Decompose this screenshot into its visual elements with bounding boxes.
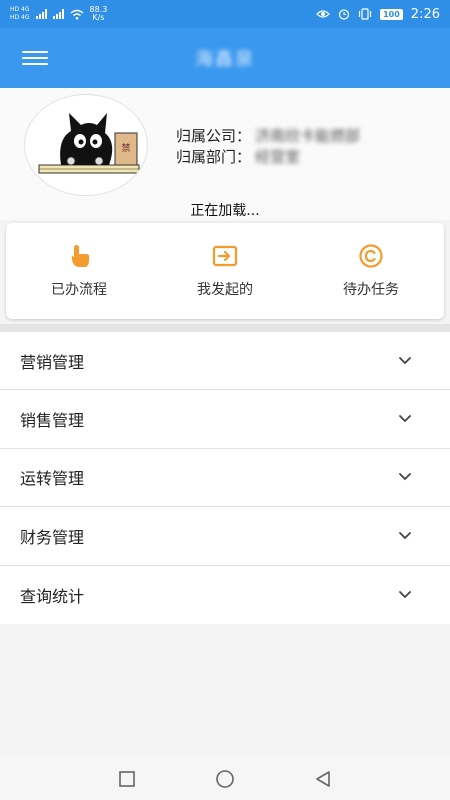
status-time: 2:26 (410, 6, 440, 22)
app-title: 海鑫泉 (195, 49, 255, 70)
menu-item-sales[interactable]: 销售管理 (0, 390, 450, 449)
quick-action-todo[interactable]: 待办任务 (306, 243, 436, 299)
wifi-icon (70, 9, 83, 19)
quick-action-label: 我发起的 (197, 282, 253, 298)
alarm-icon (338, 9, 350, 20)
send-box-icon (212, 245, 238, 267)
department-label: 归属部门： (176, 148, 252, 166)
home-icon[interactable] (215, 769, 235, 789)
signal-icon-2 (52, 9, 64, 19)
avatar[interactable]: 禁 (24, 94, 148, 196)
system-nav-bar (0, 758, 450, 800)
status-bar: HD 4G HD 4G 88.3 K/s 100 2:26 (0, 0, 450, 28)
chevron-down-icon (399, 590, 411, 599)
vibrate-icon (358, 8, 372, 20)
recent-apps-icon[interactable] (117, 769, 137, 789)
status-left: HD 4G HD 4G 88.3 K/s (10, 6, 107, 22)
hd-badge-2: HD 4G (10, 14, 30, 21)
module-menu-list: 营销管理 销售管理 运转管理 财务管理 查询统计 (0, 332, 450, 624)
loading-text: 正在加载... (190, 203, 260, 219)
company-row: 归属公司： 济南欣卡能燃部 (176, 126, 360, 147)
battery-icon: 100 (380, 8, 403, 20)
menu-item-label: 财务管理 (20, 527, 85, 547)
eye-icon (316, 10, 330, 18)
menu-item-query-stats[interactable]: 查询统计 (0, 566, 450, 624)
quick-actions-card: 已办流程 我发起的 待办任务 (6, 223, 444, 319)
status-right: 100 2:26 (316, 7, 440, 22)
hamburger-icon[interactable] (22, 48, 48, 68)
quick-action-label: 已办流程 (51, 282, 107, 298)
net-speed: 88.3 K/s (90, 6, 108, 22)
network-badges: HD 4G HD 4G (10, 7, 30, 21)
menu-item-label: 运转管理 (20, 469, 85, 489)
chevron-down-icon (399, 356, 411, 364)
company-value: 济南欣卡能燃部 (255, 127, 361, 145)
menu-item-label: 查询统计 (20, 586, 85, 606)
cat-avatar-illustration: 禁 (38, 113, 140, 174)
quick-action-initiated[interactable]: 我发起的 (160, 243, 290, 299)
menu-item-label: 营销管理 (20, 352, 85, 372)
company-label: 归属公司： (176, 127, 252, 145)
hd-badge-1: HD 4G (10, 6, 30, 13)
copyright-circle-icon (359, 244, 383, 268)
chevron-down-icon (399, 473, 411, 481)
org-info: 归属公司： 济南欣卡能燃部 归属部门： 经营室 (176, 126, 360, 168)
hand-pointer-icon (71, 245, 89, 267)
svg-text:禁: 禁 (121, 143, 130, 154)
menu-item-operations[interactable]: 运转管理 (0, 449, 450, 508)
chevron-down-icon (399, 531, 411, 540)
quick-action-done-process[interactable]: 已办流程 (14, 243, 144, 299)
quick-action-label: 待办任务 (343, 282, 399, 298)
profile-section: 禁 归属公司： 济南欣卡能燃部 归属部门： 经营室 正在加载... (0, 88, 450, 220)
chevron-down-icon (399, 415, 411, 423)
net-speed-unit: K/s (92, 13, 105, 22)
app-bar: 海鑫泉 (0, 28, 450, 88)
back-icon[interactable] (313, 769, 333, 789)
department-value: 经营室 (255, 148, 301, 166)
menu-item-finance[interactable]: 财务管理 (0, 507, 450, 566)
department-row: 归属部门： 经营室 (176, 147, 360, 168)
menu-item-marketing[interactable]: 营销管理 (0, 332, 450, 391)
menu-item-label: 销售管理 (20, 411, 85, 431)
section-divider (0, 324, 450, 332)
signal-icon (35, 9, 47, 19)
